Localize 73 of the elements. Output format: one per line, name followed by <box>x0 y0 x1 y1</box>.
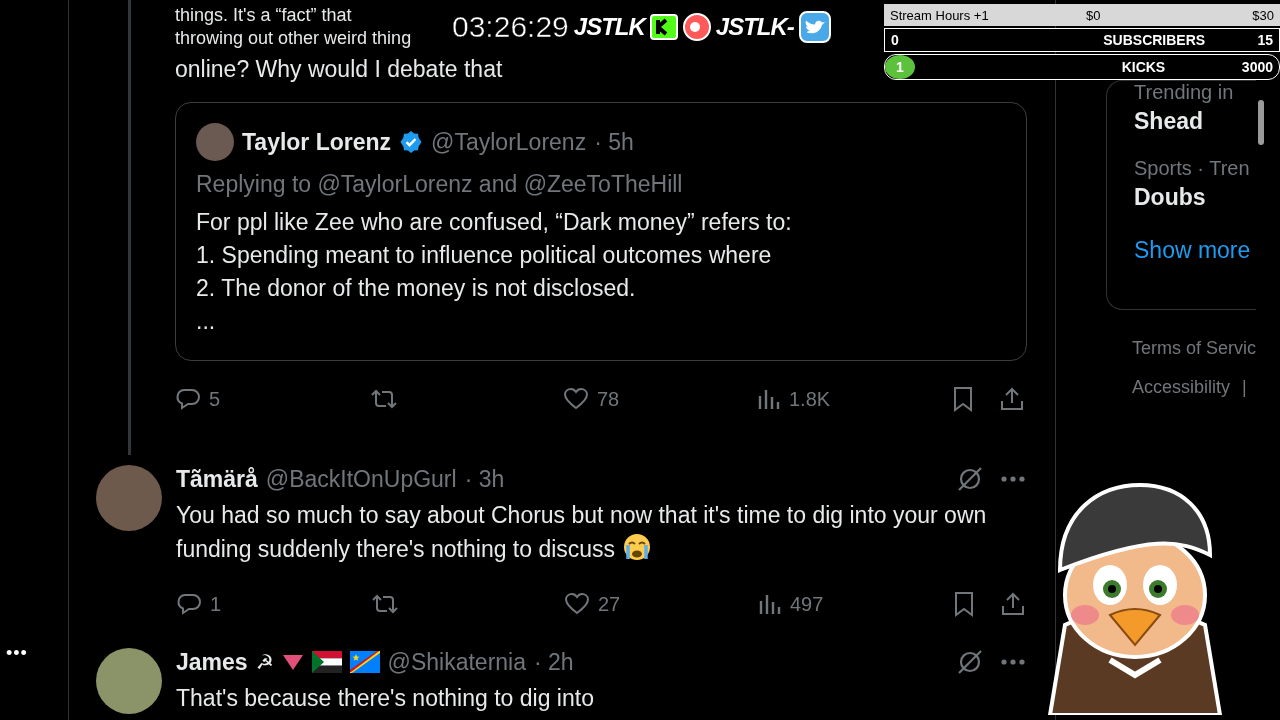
bookmark-icon[interactable] <box>951 386 975 412</box>
post-time: · 2h <box>534 648 574 676</box>
goal-target: 3000 <box>1241 59 1273 75</box>
author-name: Taylor Lorenz <box>242 128 392 156</box>
goal-target: 15 <box>1257 32 1273 48</box>
trend-context: Sports · Tren <box>1134 157 1251 180</box>
flag-icon <box>349 651 380 673</box>
stream-timestamp: 03:26:29 <box>452 10 569 44</box>
author-name: Tãmärå <box>176 465 258 493</box>
quoted-tweet-text: For ppl like Zee who are confused, “Dark money” refers to: <box>196 208 793 237</box>
crying-face-icon <box>621 532 652 562</box>
more-options-icon[interactable] <box>1000 475 1026 483</box>
quoted-tweet-text: 1. Spending meant to influence political outcomes where <box>196 241 773 270</box>
show-more-link[interactable]: Show more <box>1134 237 1256 264</box>
speech-bubble-icon <box>175 387 201 411</box>
channel-logo-text: JSTLK- <box>715 13 794 41</box>
author-name: James <box>176 648 248 676</box>
bar-chart-icon <box>758 592 782 616</box>
views-button[interactable]: 497 <box>758 592 952 616</box>
reply-button[interactable]: 5 <box>175 387 369 411</box>
share-icon[interactable] <box>1000 591 1026 617</box>
bird-icon <box>798 11 831 43</box>
speech-bubble-icon <box>176 592 202 616</box>
slashed-circle-icon[interactable] <box>956 465 984 493</box>
reply-text: You had so much to say about Chorus but now that it's time to dig into your own funding suddenly there's nothing to discuss <box>176 501 988 564</box>
replying-to-text: Replying to @TaylorLorenz and @ZeeToTheHill <box>196 171 684 198</box>
reply-button[interactable]: 1 <box>176 592 370 616</box>
goal-label: $0 <box>1085 7 1102 23</box>
goal-label: KICKS <box>1120 59 1167 75</box>
footer-link[interactable]: Accessibility <box>1132 377 1231 398</box>
quoted-tweet-text: 2. The donor of the money is not disclosed. <box>196 274 637 303</box>
like-button[interactable]: 27 <box>564 592 758 616</box>
post-time: · 5h <box>594 128 634 156</box>
share-icon[interactable] <box>999 386 1025 412</box>
flag-icon <box>311 651 342 673</box>
tweet-text: things. It's a “fact” that <box>175 4 353 27</box>
trend-name[interactable]: Shead <box>1134 108 1256 135</box>
quoted-tweet-text: ... <box>196 307 217 336</box>
channel-logo-text: JSTLK <box>573 13 645 41</box>
goal-target: $30 <box>1252 7 1274 23</box>
heart-icon <box>564 592 590 616</box>
quoted-tweet-card[interactable] <box>175 102 1027 361</box>
avatar-placeholder <box>196 123 234 161</box>
trend-name[interactable]: Doubs <box>1134 184 1256 211</box>
goal-start: 0 <box>891 32 900 48</box>
bookmark-icon[interactable] <box>952 591 976 617</box>
views-button[interactable]: 1.8K <box>757 387 951 411</box>
goal-label: SUBSCRIBERS <box>1102 32 1207 48</box>
goal-count: 1 <box>885 55 915 79</box>
triangle-icon <box>281 653 304 671</box>
record-icon <box>682 13 711 41</box>
bar-chart-icon <box>757 387 781 411</box>
author-handle: @TaylorLorenz <box>431 128 587 156</box>
repost-icon <box>370 592 400 616</box>
name-emoji: ☭ <box>255 650 274 674</box>
reply-text: That's because there's nothing to dig into <box>176 684 595 713</box>
more-options-icon[interactable] <box>1000 658 1026 666</box>
repost-icon <box>369 387 399 411</box>
footer-link[interactable]: | <box>1242 377 1247 398</box>
author-handle: @Shikaternia <box>387 648 526 676</box>
kick-logo-icon <box>649 13 678 41</box>
slashed-circle-icon[interactable] <box>956 648 984 676</box>
like-button[interactable]: 78 <box>563 387 757 411</box>
trend-context: Trending in <box>1134 81 1235 104</box>
goal-start: Stream Hours +1 <box>890 7 990 23</box>
tweet-text: online? Why would I debate that <box>175 56 503 82</box>
heart-icon <box>563 387 589 411</box>
tweet-text: throwing out other weird thing <box>175 27 413 50</box>
author-handle: @BackItOnUpGurl <box>265 465 457 493</box>
more-menu-button[interactable]: ••• <box>0 643 28 664</box>
footer-link[interactable]: Terms of Servic <box>1132 338 1257 359</box>
scrollbar[interactable] <box>1258 100 1264 145</box>
post-time: · 3h <box>464 465 505 493</box>
